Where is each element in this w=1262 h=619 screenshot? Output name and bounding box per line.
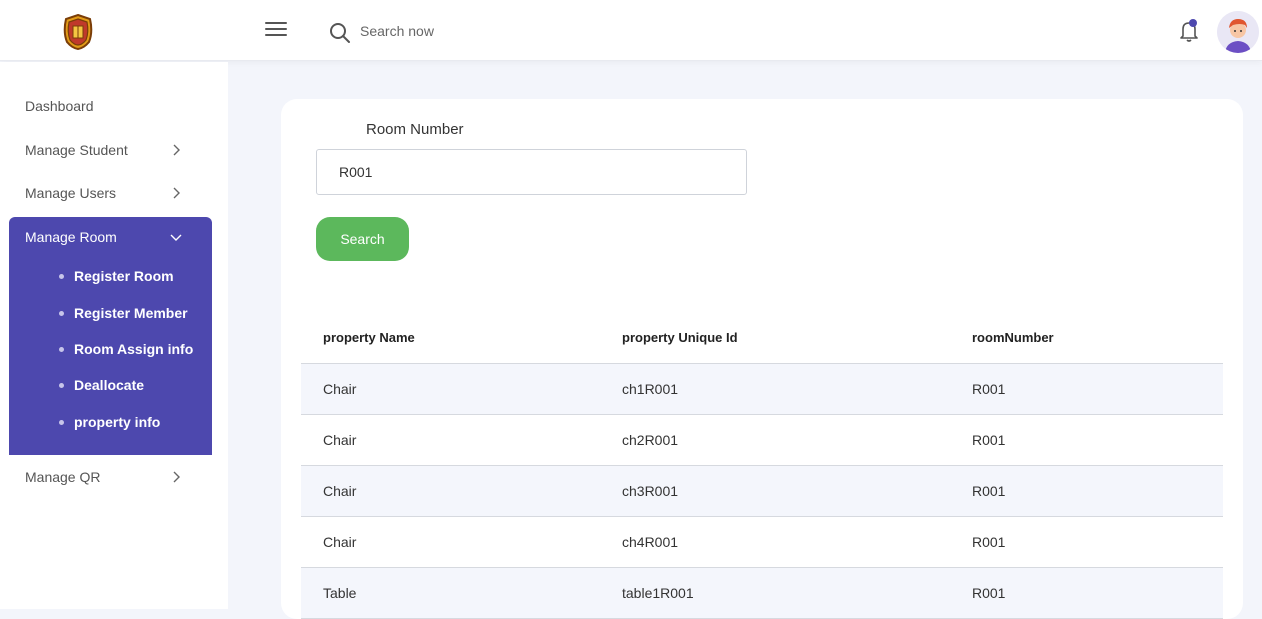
bullet-dot-icon [59, 311, 64, 316]
cell-room-number: R001 [972, 585, 1006, 601]
sidebar-subitem-room-assign-info[interactable]: Room Assign info [55, 338, 205, 364]
sidebar-subitem-label: property info [74, 414, 161, 430]
search-input[interactable] [360, 20, 660, 42]
main-card: Room Number Search property Name propert… [281, 99, 1243, 619]
hamburger-menu-icon[interactable] [265, 22, 287, 40]
column-header-property-name: property Name [323, 330, 415, 345]
sidebar-item-manage-qr[interactable]: Manage QR [9, 457, 212, 497]
table-row: Table table1R001 R001 [301, 568, 1223, 619]
chevron-right-icon [173, 144, 180, 156]
cell-property-unique-id: ch2R001 [622, 432, 679, 448]
top-bar [0, 0, 1262, 61]
cell-property-name: Chair [323, 534, 357, 550]
cell-property-unique-id: ch4R001 [622, 534, 679, 550]
cell-property-name: Chair [323, 483, 357, 499]
column-header-room-number: roomNumber [972, 330, 1054, 345]
cell-property-name: Chair [323, 381, 357, 397]
cell-room-number: R001 [972, 432, 1006, 448]
sidebar-item-manage-room[interactable]: Manage Room [9, 217, 212, 257]
sidebar-item-manage-student[interactable]: Manage Student [9, 130, 212, 170]
sidebar-subitem-label: Room Assign info [74, 341, 194, 357]
sidebar-item-label: Manage Student [25, 142, 128, 158]
table-row: Chair ch3R001 R001 [301, 466, 1223, 517]
sidebar-item-label: Manage Users [25, 185, 117, 201]
bullet-dot-icon [59, 420, 64, 425]
property-table: property Name property Unique Id roomNum… [301, 313, 1223, 619]
sidebar-subitem-register-member[interactable]: Register Member [55, 302, 205, 328]
cell-property-name: Chair [323, 432, 357, 448]
search-button[interactable]: Search [316, 217, 409, 261]
column-header-property-unique-id: property Unique Id [622, 330, 738, 345]
bullet-dot-icon [59, 274, 64, 279]
search-icon[interactable] [329, 22, 351, 44]
chevron-right-icon [173, 187, 180, 199]
cell-room-number: R001 [972, 534, 1006, 550]
room-number-input[interactable] [316, 149, 747, 195]
room-number-label: Room Number [366, 121, 464, 138]
sidebar-item-label: Dashboard [25, 98, 94, 114]
cell-room-number: R001 [972, 483, 1006, 499]
sidebar-subitem-register-room[interactable]: Register Room [55, 265, 205, 291]
chevron-down-icon [170, 234, 182, 241]
sidebar-subitem-label: Register Room [74, 268, 174, 284]
bullet-dot-icon [59, 383, 64, 388]
sidebar-item-manage-users[interactable]: Manage Users [9, 173, 212, 213]
sidebar-item-label: Manage Room [25, 229, 117, 245]
table-row: Chair ch1R001 R001 [301, 364, 1223, 415]
cell-property-unique-id: ch1R001 [622, 381, 679, 397]
cell-property-unique-id: ch3R001 [622, 483, 679, 499]
sidebar-subitem-label: Deallocate [74, 377, 145, 393]
sidebar-subitem-property-info[interactable]: property info [55, 411, 205, 437]
cell-property-name: Table [323, 585, 357, 601]
sidebar-item-label: Manage QR [25, 469, 101, 485]
table-row: Chair ch2R001 R001 [301, 415, 1223, 466]
bullet-dot-icon [59, 347, 64, 352]
sidebar-subitem-deallocate[interactable]: Deallocate [55, 374, 205, 400]
sidebar-subitem-label: Register Member [74, 305, 188, 321]
notification-bell-icon[interactable] [1176, 18, 1202, 44]
table-header: property Name property Unique Id roomNum… [301, 313, 1223, 364]
user-avatar[interactable] [1217, 11, 1259, 53]
sidebar-item-dashboard[interactable]: Dashboard [9, 86, 212, 126]
cell-property-unique-id: table1R001 [622, 585, 694, 601]
sidebar: Dashboard Manage Student Manage Users Ma… [0, 62, 228, 609]
cell-room-number: R001 [972, 381, 1006, 397]
table-row: Chair ch4R001 R001 [301, 517, 1223, 568]
chevron-right-icon [173, 471, 180, 483]
sidebar-group-manage-room: Manage Room Register Room Register Membe… [9, 217, 212, 455]
logo-icon[interactable] [62, 13, 94, 51]
